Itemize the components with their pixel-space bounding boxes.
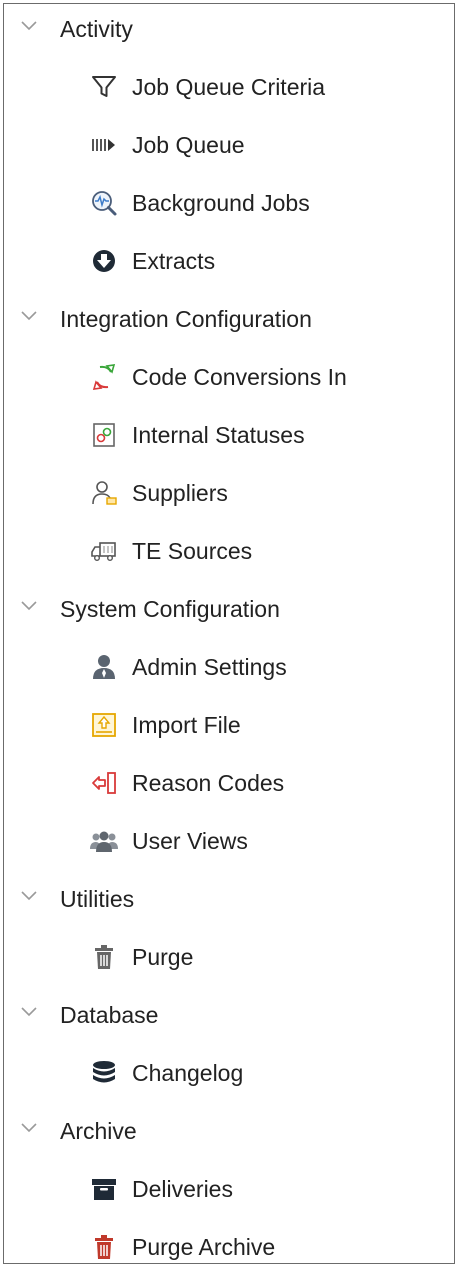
- tree-item-label: Job Queue Criteria: [132, 74, 326, 100]
- section-integration-configuration[interactable]: Integration Configuration: [4, 298, 444, 338]
- tree-item-te-sources[interactable]: TE Sources: [4, 530, 444, 570]
- section-utilities[interactable]: Utilities: [4, 878, 444, 918]
- chevron-down-icon[interactable]: [19, 599, 39, 613]
- archive-box-icon: [92, 1179, 116, 1200]
- trash-red-icon: [95, 1235, 113, 1259]
- admin-user-icon: [93, 655, 115, 679]
- reason-codes-icon: [92, 772, 116, 794]
- section-label-utilities: Utilities: [60, 886, 135, 912]
- chevron-down-icon[interactable]: [19, 19, 39, 33]
- tree-item-admin-settings[interactable]: Admin Settings: [4, 646, 444, 686]
- queue-icon: [92, 139, 115, 151]
- tree-item-code-conversions-in[interactable]: Code Conversions In: [4, 356, 444, 396]
- tree-item-import-file[interactable]: Import File: [4, 704, 444, 744]
- tree-item-purge[interactable]: Purge: [4, 936, 444, 976]
- tree-item-label: Suppliers: [132, 480, 228, 506]
- section-archive[interactable]: Archive: [4, 1110, 444, 1150]
- tree-item-label: TE Sources: [132, 538, 253, 564]
- section-label-integration-configuration: Integration Configuration: [60, 306, 312, 332]
- chevron-down-icon[interactable]: [19, 1121, 39, 1135]
- tree-item-label: Purge: [132, 944, 194, 970]
- tree-item-user-views[interactable]: User Views: [4, 820, 444, 860]
- tree-item-suppliers[interactable]: Suppliers: [4, 472, 444, 512]
- tree-item-label: Job Queue: [132, 132, 245, 158]
- users-group-icon: [90, 831, 118, 852]
- chevron-down-icon[interactable]: [19, 889, 39, 903]
- tree-item-deliveries[interactable]: Deliveries: [4, 1168, 444, 1208]
- tree-item-label: User Views: [132, 828, 248, 854]
- tree-item-label: Admin Settings: [132, 654, 287, 680]
- tree-item-reason-codes[interactable]: Reason Codes: [4, 762, 444, 802]
- conversion-arrows-icon: [92, 364, 116, 390]
- tree-item-purge-archive[interactable]: Purge Archive: [4, 1226, 444, 1266]
- background-jobs-icon: [92, 191, 117, 216]
- tree-item-label: Background Jobs: [132, 190, 310, 216]
- database-icon: [93, 1061, 115, 1083]
- tree-item-label: Import File: [132, 712, 241, 738]
- tree-item-label: Reason Codes: [132, 770, 285, 796]
- trash-icon: [95, 945, 113, 969]
- tree-item-label: Changelog: [132, 1060, 244, 1086]
- navigation-tree-panel: Activity Job Queue Criteria Job Queue Ba…: [3, 3, 455, 1264]
- section-label-activity: Activity: [60, 16, 133, 42]
- tree-item-background-jobs[interactable]: Background Jobs: [4, 182, 444, 222]
- tree-item-job-queue-criteria[interactable]: Job Queue Criteria: [4, 66, 444, 106]
- section-activity[interactable]: Activity: [4, 8, 444, 48]
- section-database[interactable]: Database: [4, 994, 444, 1034]
- tree-item-label: Purge Archive: [132, 1234, 276, 1260]
- section-system-configuration[interactable]: System Configuration: [4, 588, 444, 628]
- tree-item-label: Code Conversions In: [132, 364, 347, 390]
- truck-icon: [91, 542, 116, 562]
- tree-item-internal-statuses[interactable]: Internal Statuses: [4, 414, 444, 454]
- download-circle-icon: [93, 250, 115, 272]
- tree-item-job-queue[interactable]: Job Queue: [4, 124, 444, 164]
- section-label-database: Database: [60, 1002, 159, 1028]
- tree-item-label: Deliveries: [132, 1176, 233, 1202]
- section-label-archive: Archive: [60, 1118, 137, 1144]
- supplier-user-icon: [92, 481, 117, 505]
- chevron-down-icon[interactable]: [19, 1005, 39, 1019]
- filter-icon: [92, 76, 116, 97]
- tree-item-label: Extracts: [132, 248, 216, 274]
- chevron-down-icon[interactable]: [19, 309, 39, 323]
- import-file-icon: [92, 713, 116, 737]
- tree-item-changelog[interactable]: Changelog: [4, 1052, 444, 1092]
- tree-item-label: Internal Statuses: [132, 422, 305, 448]
- tree-item-extracts[interactable]: Extracts: [4, 240, 444, 280]
- status-doc-icon: [93, 423, 115, 447]
- section-label-system-configuration: System Configuration: [60, 596, 280, 622]
